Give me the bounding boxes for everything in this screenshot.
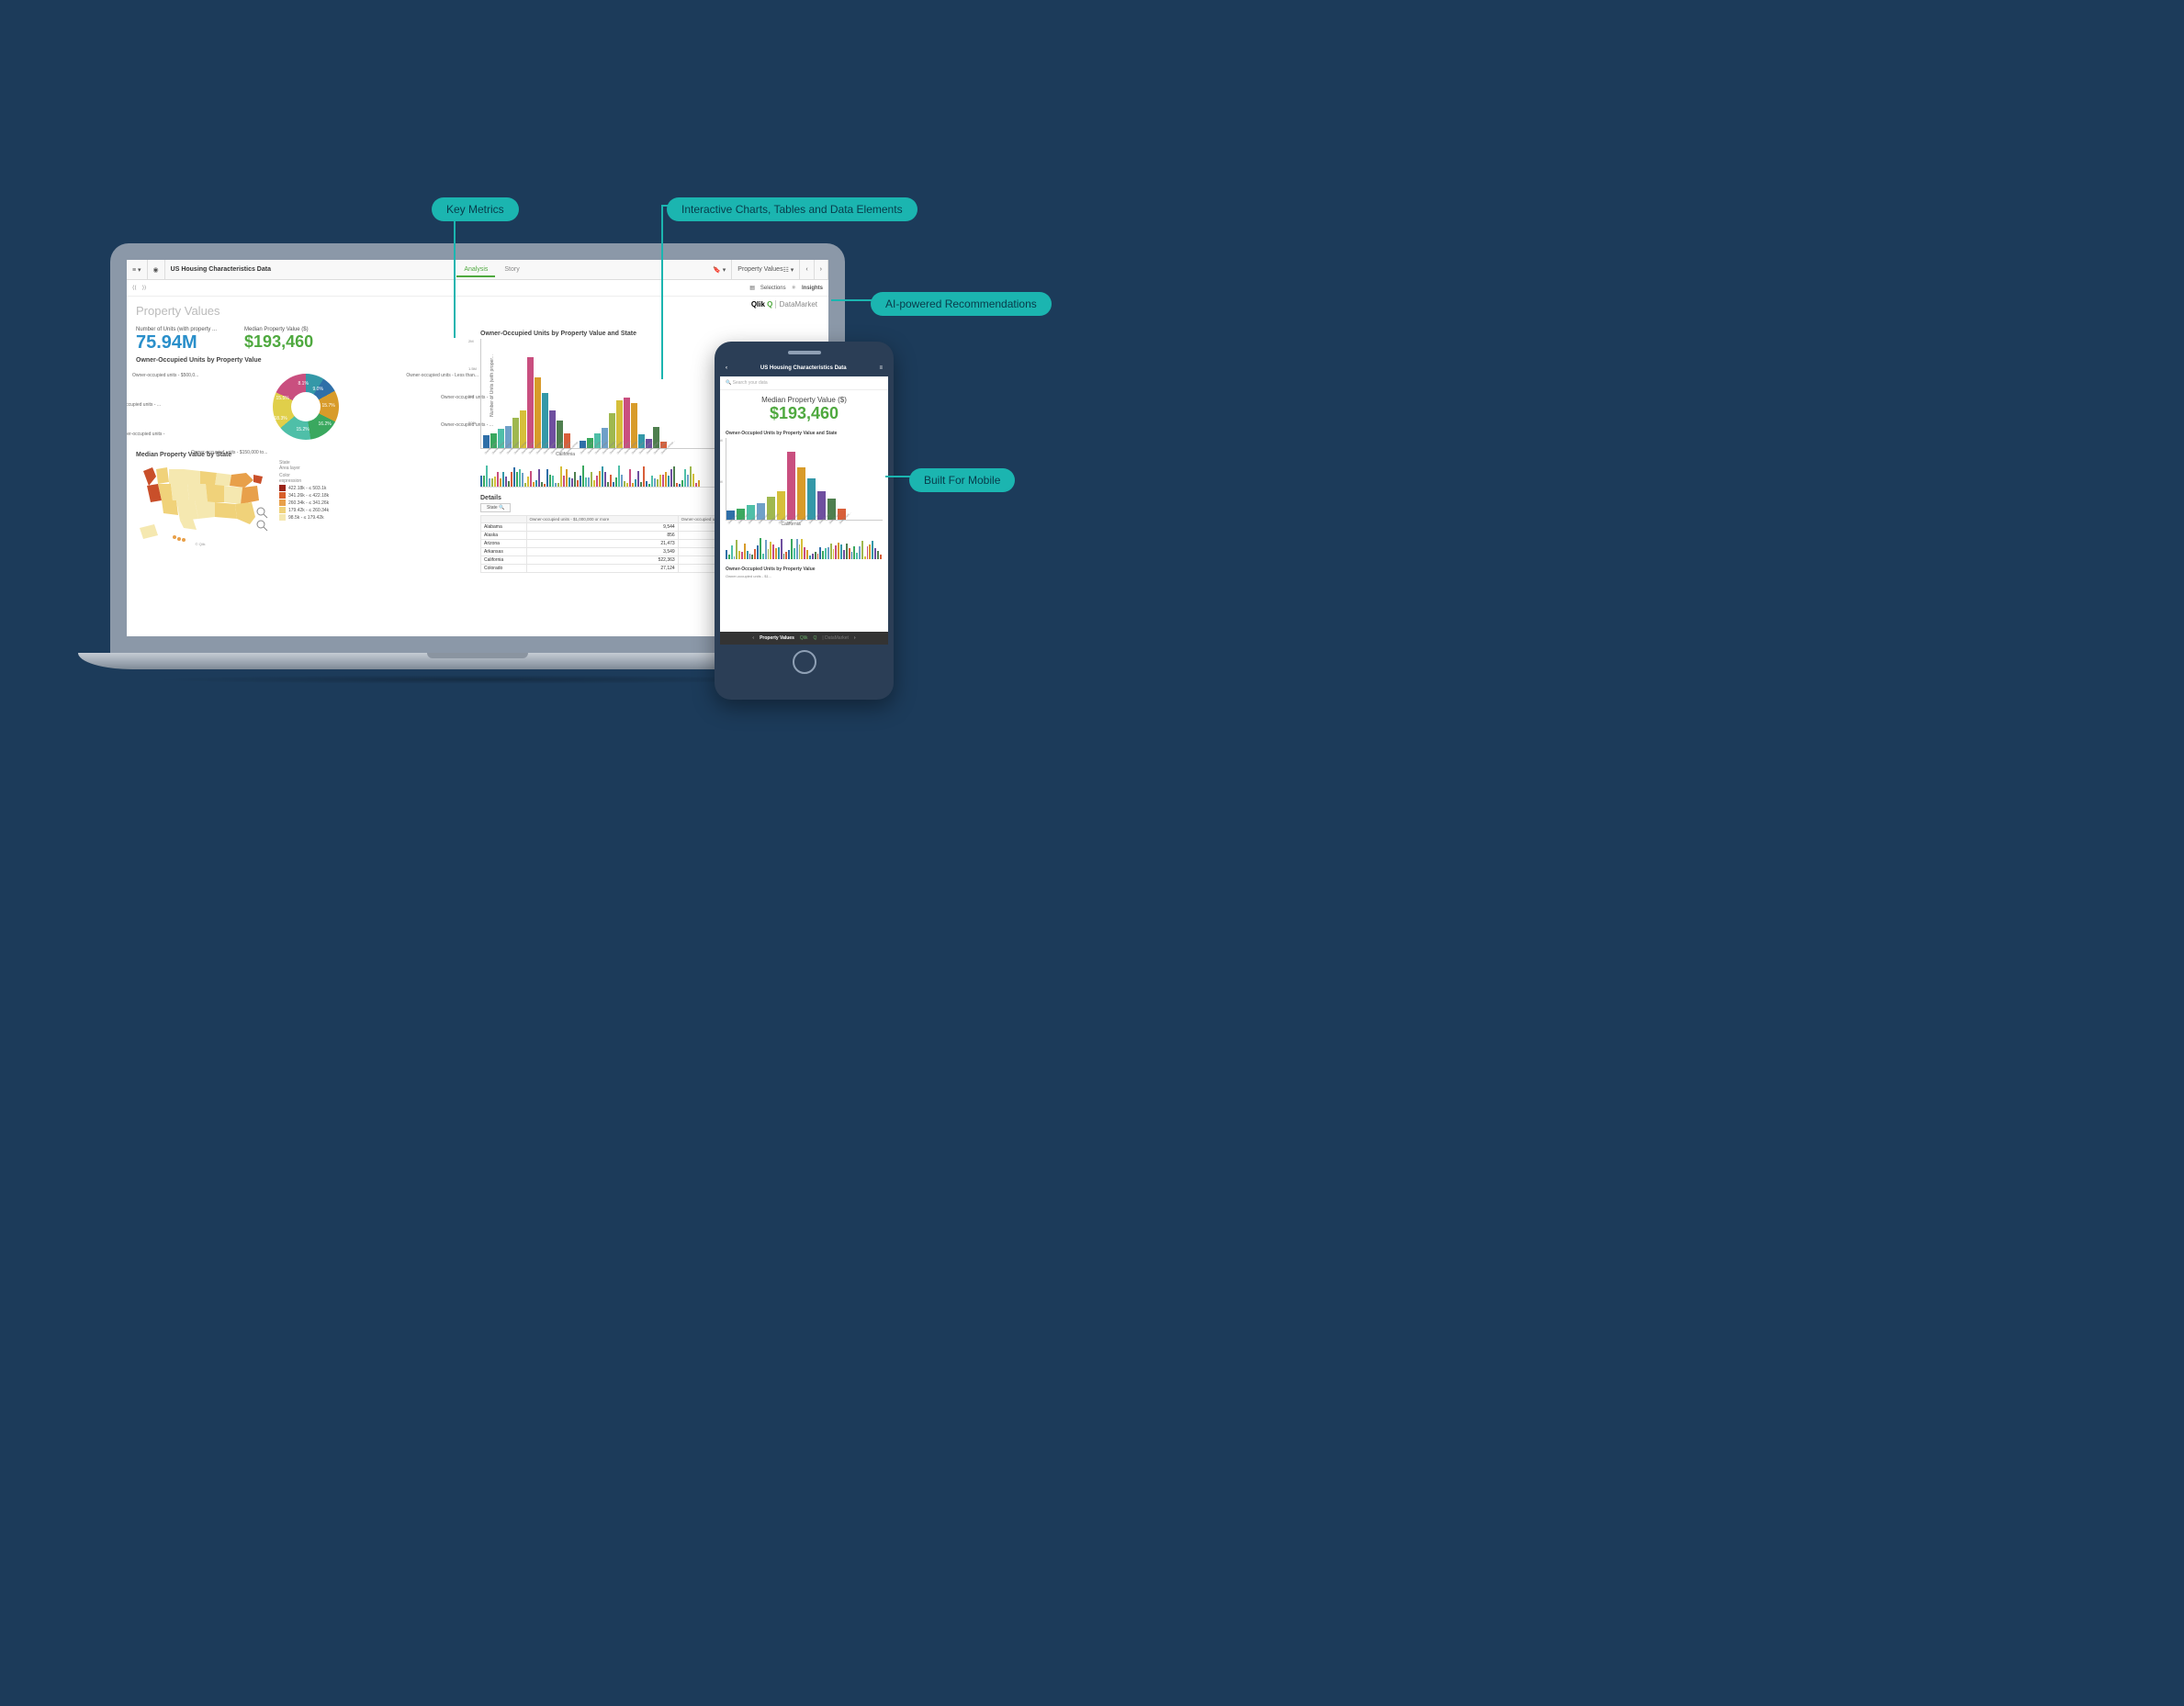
app-icon[interactable]: ◉: [148, 260, 165, 279]
prev-sheet-button[interactable]: ‹: [800, 260, 814, 279]
kpi-mpv-value: $193,460: [244, 332, 313, 352]
bookmark-button[interactable]: 🔖 ▾: [707, 260, 732, 279]
phone-title: US Housing Characteristics Data: [760, 365, 847, 371]
phone-sect1: Owner-Occupied Units by Property Value a…: [720, 429, 888, 438]
kpi-row: Number of Units (with property ... 75.94…: [136, 327, 475, 354]
phone-sect2: Owner-Occupied Units by Property Value: [720, 565, 888, 574]
phone-prev-button[interactable]: ‹: [752, 635, 754, 641]
donut-svg: 8.1% 9.0% 15.5% 15.7% 18.3% 16.2% 15.2%: [273, 374, 339, 440]
selections-button[interactable]: Selections: [760, 286, 786, 291]
phone-search[interactable]: 🔍 Search your data: [720, 376, 888, 390]
donut-chart[interactable]: Owner-occupied units - $500,0... Owner-o…: [136, 365, 475, 448]
phone-next-button[interactable]: ›: [854, 635, 856, 641]
step-back-button[interactable]: ⟨⟨: [132, 285, 137, 291]
phone-screen: ‹ US Housing Characteristics Data ≡ 🔍 Se…: [720, 360, 888, 645]
app-title: US Housing Characteristics Data: [165, 260, 276, 279]
step-fwd-button[interactable]: ⟩⟩: [142, 285, 147, 291]
callout-line: [661, 205, 663, 379]
map-legend: State Area layer Color expression 422.18…: [279, 460, 329, 547]
kpi-units-value: 75.94M: [136, 332, 217, 354]
app-toolbar: ≡ ▾ ◉ US Housing Characteristics Data An…: [127, 260, 828, 280]
callout-line: [885, 476, 911, 477]
menu-button[interactable]: ≡ ▾: [127, 260, 148, 279]
insights-icon[interactable]: ⚛: [792, 285, 796, 291]
kpi-mpv[interactable]: Median Property Value ($) $193,460: [244, 327, 313, 354]
tab-story[interactable]: Story: [497, 264, 526, 275]
callout-line: [831, 299, 872, 301]
brand: Qlik Q DataMarket: [751, 300, 817, 309]
callout-line: [454, 219, 456, 338]
callout-ai: AI-powered Recommendations: [871, 292, 1052, 316]
callout-mobile: Built For Mobile: [909, 468, 1015, 492]
insights-button[interactable]: Insights: [802, 286, 823, 291]
phone-bar-chart[interactable]: 2M 1M California Owner-occ...Owner-occ..…: [726, 438, 883, 521]
tab-analysis[interactable]: Analysis: [456, 264, 495, 277]
us-map[interactable]: © Qlik: [136, 460, 274, 547]
next-sheet-button[interactable]: ›: [815, 260, 828, 279]
state-filter-button[interactable]: State 🔍: [480, 503, 511, 512]
phone-home-button[interactable]: [793, 650, 816, 674]
bar-title: Owner-Occupied Units by Property Value a…: [480, 331, 819, 337]
map-title: Median Property Value by State: [136, 452, 475, 458]
phone-kpi-value: $193,460: [720, 404, 888, 429]
map-area[interactable]: © Qlik State Area layer Color expression…: [136, 460, 475, 547]
phone-bottom-bar: ‹ Property Values QlikQ | DataMarket ›: [720, 632, 888, 645]
page-title: Property Values: [136, 302, 819, 321]
callout-charts: Interactive Charts, Tables and Data Elem…: [667, 197, 918, 221]
kpi-units[interactable]: Number of Units (with property ... 75.94…: [136, 327, 217, 354]
callout-key-metrics: Key Metrics: [432, 197, 519, 221]
sheet-selector[interactable]: Property Values ☷ ▾: [732, 260, 800, 279]
phone-kpi-label: Median Property Value ($): [720, 390, 888, 404]
phone-back-button[interactable]: ‹: [726, 365, 727, 371]
phone-menu-button[interactable]: ≡: [879, 365, 883, 371]
phone-frame: ‹ US Housing Characteristics Data ≡ 🔍 Se…: [715, 342, 894, 700]
phone-mini-chart[interactable]: [726, 543, 883, 559]
donut-title: Owner-Occupied Units by Property Value: [136, 357, 475, 364]
tabs: Analysis Story: [276, 266, 707, 273]
svg-text:© Qlik: © Qlik: [196, 542, 206, 546]
left-column: Number of Units (with property ... 75.94…: [136, 327, 475, 573]
selections-icon[interactable]: ▤: [749, 285, 755, 291]
phone-sub2: Owner-occupied units - $1...: [720, 574, 888, 578]
